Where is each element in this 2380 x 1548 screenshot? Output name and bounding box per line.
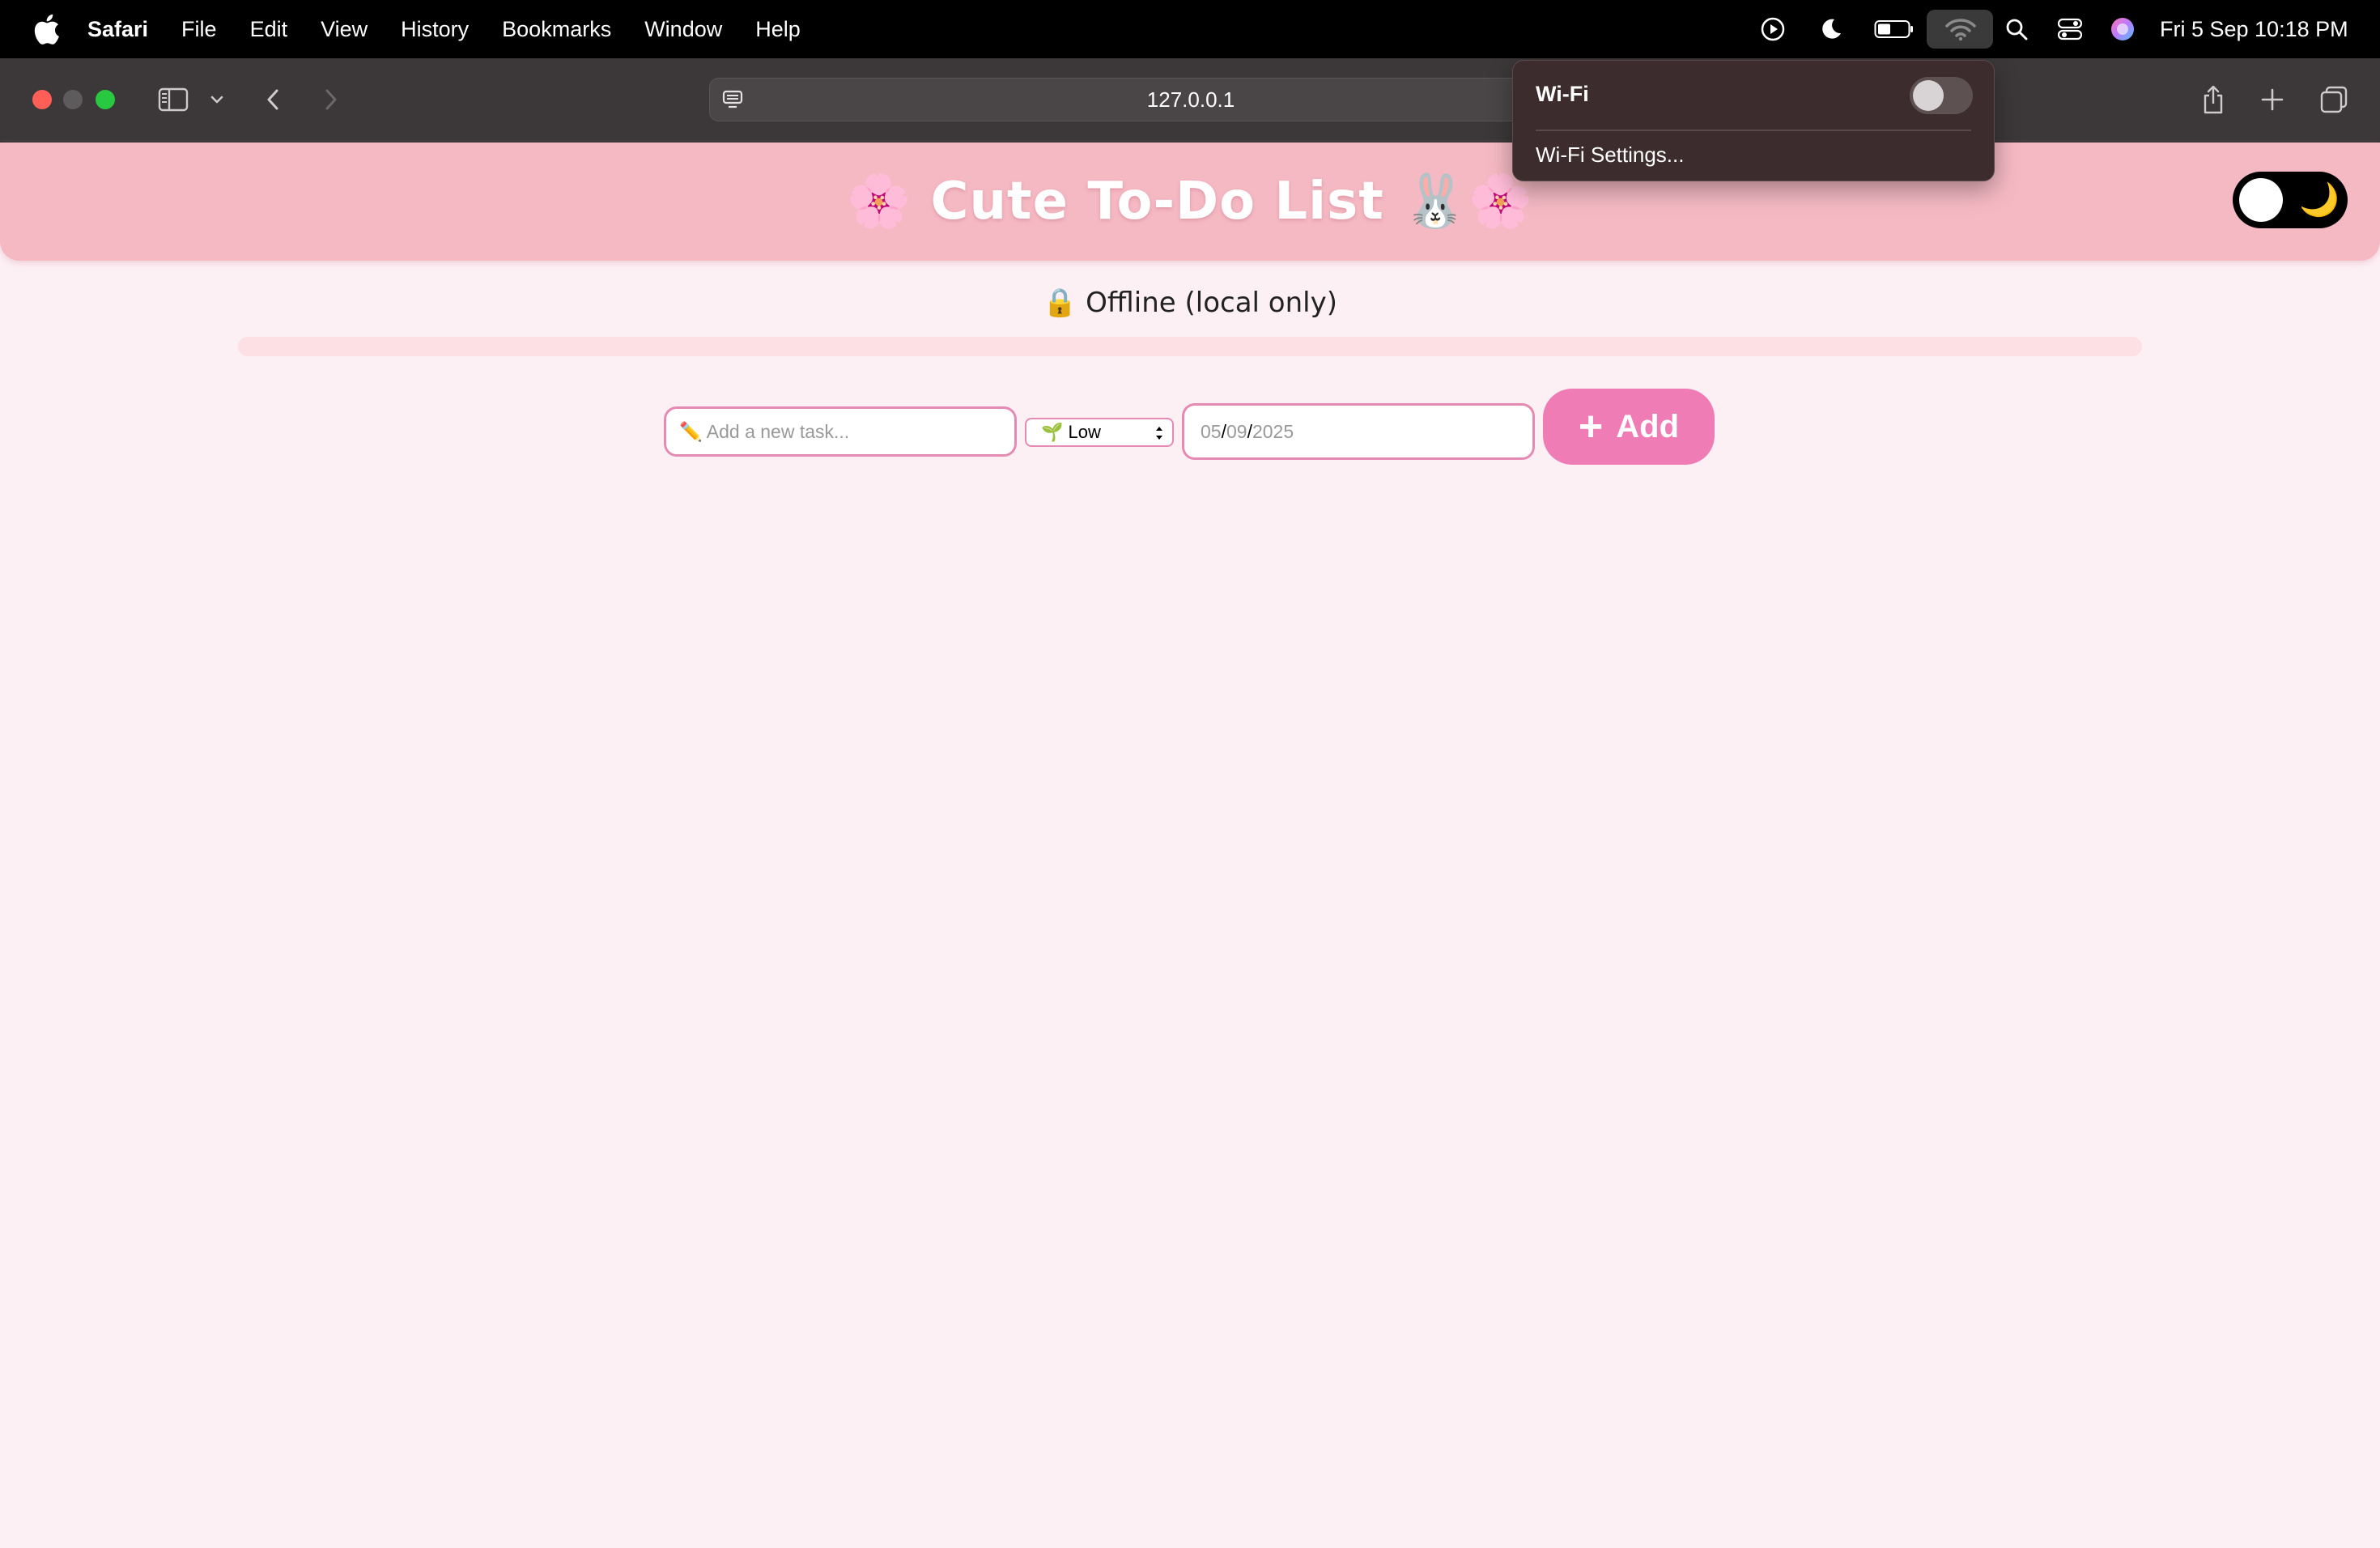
toggle-knob [2239,178,2283,222]
now-playing-icon[interactable] [1758,0,1787,58]
menu-edit[interactable]: Edit [250,17,288,42]
date-month[interactable]: 09 [1226,421,1247,442]
menu-app-name[interactable]: Safari [87,17,148,42]
app-title: 🌸 Cute To-Do List 🐰🌸 [0,142,2380,261]
wifi-icon[interactable] [1943,0,1978,58]
menu-divider [1536,130,1971,131]
add-button-label: Add [1616,408,1680,444]
priority-select[interactable]: 🌱 Low [1025,418,1174,447]
wifi-settings-item[interactable]: Wi-Fi Settings... [1536,142,1684,168]
sidebar-icon[interactable] [157,84,189,115]
search-icon[interactable] [2003,0,2030,58]
menu-history[interactable]: History [401,17,469,42]
lock-icon: 🔒 [1043,287,1077,319]
battery-icon[interactable] [1873,0,1915,58]
menu-clock[interactable]: Fri 5 Sep 10:18 PM [2160,0,2348,58]
app-title-text: Cute To-Do List [930,172,1384,232]
connection-status: 🔒 Offline (local only) [0,280,2380,325]
priority-selected-value: Low [1068,422,1101,442]
zoom-window-button[interactable] [96,90,115,109]
connection-status-text: Offline (local only) [1086,287,1337,319]
date-day[interactable]: 05 [1201,421,1222,442]
menu-bookmarks[interactable]: Bookmarks [502,17,611,42]
select-arrows-icon [1156,427,1162,440]
share-icon[interactable] [2199,83,2228,117]
close-window-button[interactable] [32,90,52,109]
back-arrow-icon[interactable] [261,84,285,115]
add-task-button[interactable]: + Add [1543,389,1715,465]
focus-moon-icon[interactable] [1817,0,1846,58]
moon-icon: 🌙 [2299,182,2340,218]
siri-icon[interactable] [2108,0,2137,58]
app-header: 🌸 Cute To-Do List 🐰🌸 [0,142,2380,261]
due-date-input[interactable]: 05/09/2025 [1182,403,1535,460]
task-input[interactable]: ✏️ Add a new task... [664,406,1017,457]
chevron-down-icon[interactable] [207,89,227,110]
wifi-menu-title: Wi-Fi [1536,82,1589,106]
new-tab-icon[interactable] [2259,86,2286,113]
wifi-toggle[interactable] [1910,77,1973,114]
minimize-window-button[interactable] [63,90,83,109]
forward-arrow-icon[interactable] [319,84,343,115]
apple-icon[interactable] [32,13,60,45]
tab-overview-icon[interactable] [2318,84,2349,115]
bunny-flower-icon: 🐰🌸 [1403,172,1534,232]
date-year[interactable]: 2025 [1252,421,1294,442]
menu-view[interactable]: View [321,17,368,42]
wifi-toggle-knob [1913,80,1944,111]
menu-bar: Safari File Edit View History Bookmarks … [0,0,2380,58]
task-input-placeholder: Add a new task... [706,421,850,442]
wifi-dropdown-menu: Wi-Fi Wi-Fi Settings... [1512,60,1995,181]
dark-mode-toggle[interactable]: 🌙 [2233,172,2348,228]
plus-icon: + [1578,403,1604,450]
menu-window[interactable]: Window [644,17,722,42]
menu-help[interactable]: Help [755,17,801,42]
flower-icon: 🌸 [846,172,912,232]
control-center-icon[interactable] [2055,0,2085,58]
pencil-icon: ✏️ [679,421,703,442]
sprout-icon: 🌱 [1041,422,1064,442]
progress-bar [238,337,2142,356]
menu-file[interactable]: File [181,17,217,42]
